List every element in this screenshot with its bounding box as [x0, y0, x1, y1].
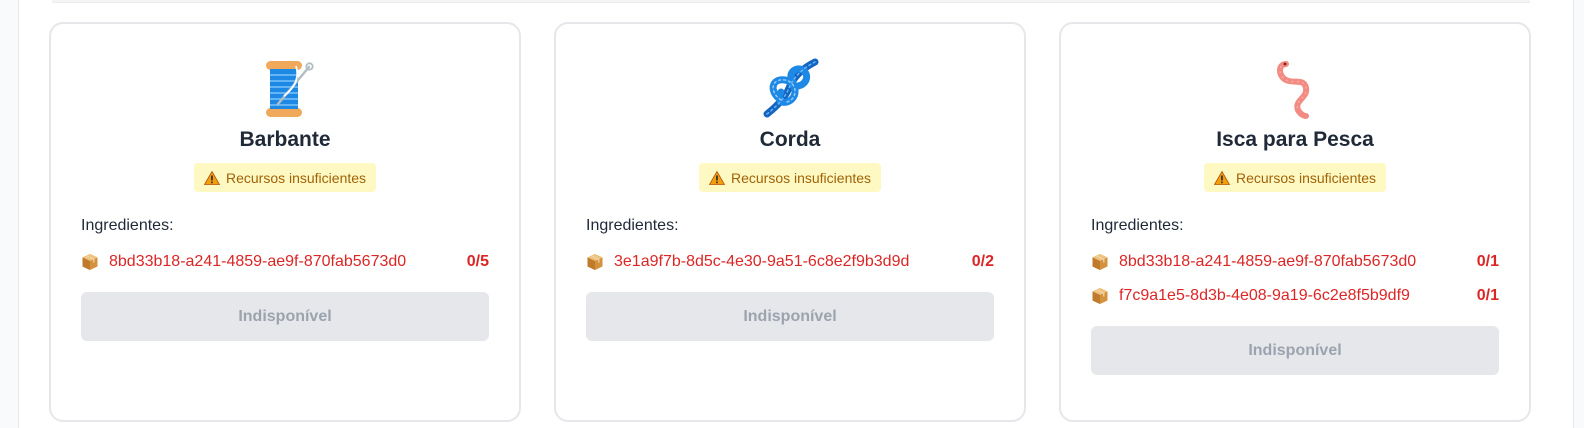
package-icon: [1092, 254, 1108, 270]
ingredient-row: 8bd33b18-a241-4859-ae9f-870fab5673d0 0/5: [81, 250, 489, 274]
ingredient-row: 8bd33b18-a241-4859-ae9f-870fab5673d0 0/1: [1091, 250, 1499, 274]
recipe-card-corda: Corda Recursos insuficientes Ingrediente…: [554, 22, 1026, 422]
package-icon: [587, 254, 603, 270]
knot-icon: [556, 58, 1024, 120]
warning-icon: [1213, 170, 1230, 185]
recipe-card-barbante: Barbante Recursos insuficientes Ingredie…: [49, 22, 521, 422]
ingredients-label: Ingredientes:: [1091, 217, 1184, 234]
ingredients-label: Ingredientes:: [81, 217, 174, 234]
thread-spool-icon: [51, 58, 519, 120]
recipe-title: Barbante: [239, 128, 331, 151]
recipe-card-isca-para-pesca: Isca para Pesca Recursos insuficientes I…: [1059, 22, 1531, 422]
status-badge: Recursos insuficientes: [1203, 163, 1387, 192]
warning-icon: [203, 170, 220, 185]
craft-button[interactable]: Indisponível: [81, 292, 489, 341]
craft-button[interactable]: Indisponível: [1091, 326, 1499, 375]
ingredient-count: 0/5: [466, 253, 489, 270]
status-badge: Recursos insuficientes: [193, 163, 377, 192]
ingredient-id: 3e1a9f7b-8d5c-4e30-9a51-6c8e2f9b3d9d: [614, 253, 910, 270]
status-text: Recursos insuficientes: [1235, 169, 1377, 186]
status-text: Recursos insuficientes: [730, 169, 872, 186]
worm-icon: [1061, 58, 1529, 120]
ingredients-label: Ingredientes:: [586, 217, 679, 234]
ingredient-id: f7c9a1e5-8d3b-4e08-9a19-6c2e8f5b9df9: [1119, 287, 1410, 304]
ingredient-count: 0/1: [1476, 253, 1499, 270]
status-text: Recursos insuficientes: [225, 169, 367, 186]
status-badge: Recursos insuficientes: [698, 163, 882, 192]
recipe-title: Corda: [759, 128, 821, 151]
craft-button[interactable]: Indisponível: [586, 292, 994, 341]
ingredient-count: 0/2: [971, 253, 994, 270]
ingredient-id: 8bd33b18-a241-4859-ae9f-870fab5673d0: [109, 253, 407, 270]
package-icon: [82, 254, 98, 270]
ingredient-row: f7c9a1e5-8d3b-4e08-9a19-6c2e8f5b9df9 0/1: [1091, 284, 1499, 308]
warning-icon: [708, 170, 725, 185]
section-divider: [52, 0, 1530, 3]
recipe-title: Isca para Pesca: [1216, 128, 1374, 151]
ingredient-id: 8bd33b18-a241-4859-ae9f-870fab5673d0: [1119, 253, 1417, 270]
ingredient-count: 0/1: [1476, 287, 1499, 304]
package-icon: [1092, 288, 1108, 304]
ingredient-row: 3e1a9f7b-8d5c-4e30-9a51-6c8e2f9b3d9d 0/2: [586, 250, 994, 274]
